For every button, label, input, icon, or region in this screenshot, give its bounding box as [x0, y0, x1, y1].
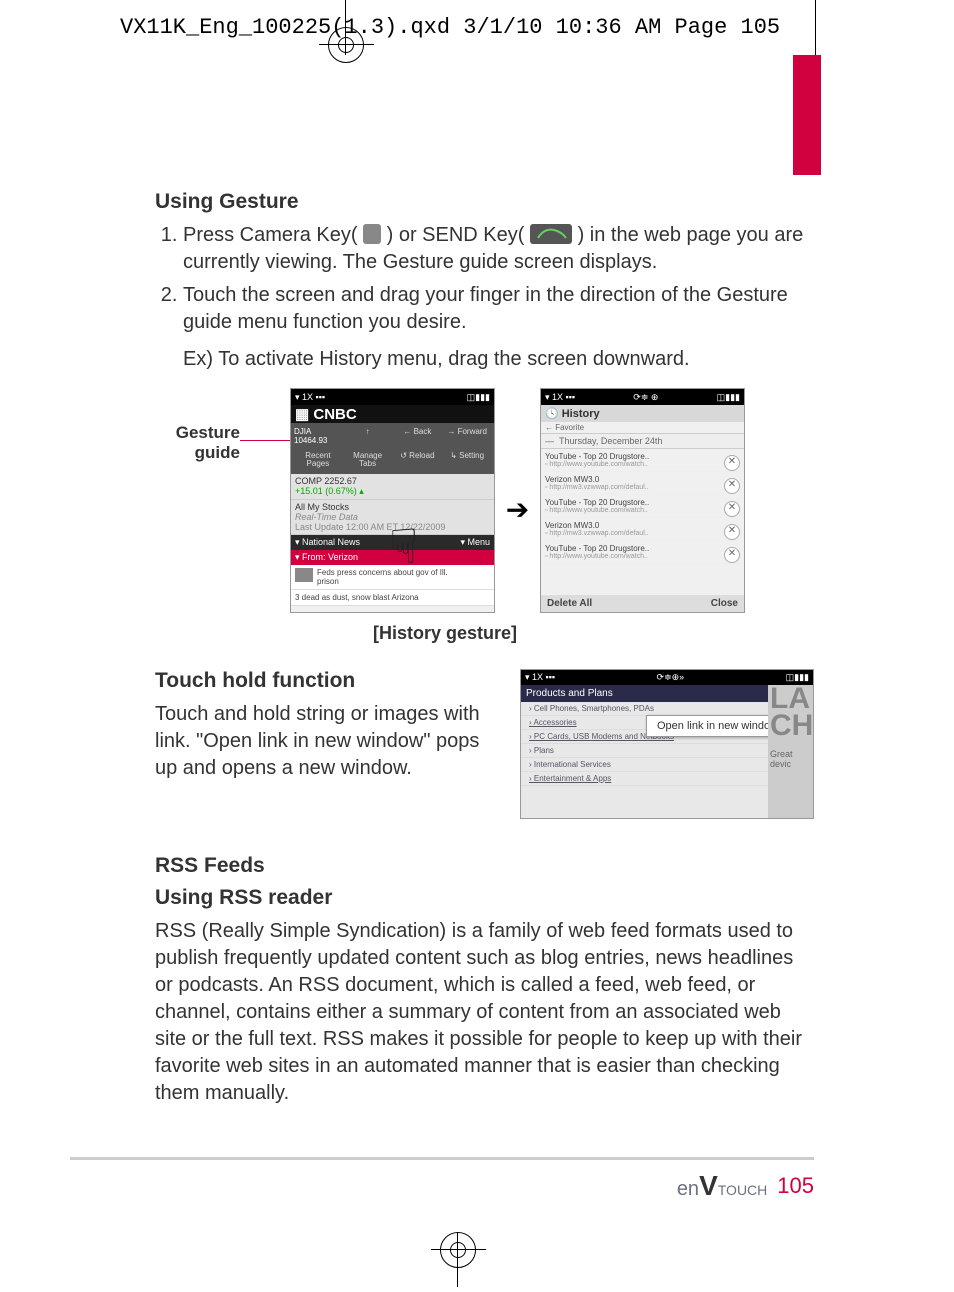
favorite-bar: ← Favorite	[541, 422, 744, 434]
verizon-bar: ▾ From: Verizon	[291, 550, 494, 565]
phone-screenshot-history: ▾ 1X ▪▪▪ ⟳≑ ⊕ ◫▮▮▮ 🕓 History ← Favorite …	[540, 388, 745, 613]
history-footer: Delete All Close	[541, 595, 744, 612]
arrow-right-icon: ➔	[495, 493, 540, 526]
close-button[interactable]: Close	[711, 598, 738, 609]
step1-text-b: ) or SEND Key(	[387, 224, 525, 246]
history-item: YouTube - Top 20 Drugstore.. ▫ http://ww…	[541, 449, 744, 472]
history-item: YouTube - Top 20 Drugstore.. ▫ http://ww…	[541, 541, 744, 564]
delete-all-button[interactable]: Delete All	[547, 598, 592, 609]
crop-marks-bottom	[0, 1232, 954, 1287]
news-item-2: 3 dead as dust, snow blast Arizona	[291, 590, 494, 606]
close-icon[interactable]: ✕	[724, 455, 740, 471]
status-bar: ▾ 1X ▪▪▪ ⟳≑ ⊕ ◫▮▮▮	[541, 389, 744, 405]
camera-key-icon	[363, 224, 381, 244]
gesture-guide-label: Gesture guide	[155, 388, 240, 462]
heading-rss: RSS Feeds	[155, 854, 814, 878]
page-footer: enVTOUCH 105	[70, 1157, 814, 1202]
gesture-overlay: DJIA 10464.93 ↑ ← Back → Forward Recent …	[291, 423, 494, 474]
step2-text: Touch the screen and drag your finger in…	[183, 284, 788, 333]
step1-text-a: Press Camera Key(	[183, 224, 358, 246]
phone-screenshot-touch-hold: ▾ 1X ▪▪▪ ⟳≑⊕» ◫▮▮▮ Products and Plans › …	[520, 669, 814, 819]
stock-comp: COMP 2252.67 +15.01 (0.67%) ▴	[291, 474, 494, 500]
news-item-1: Feds press concerns about gov of Ill. pr…	[291, 565, 494, 590]
step-2: Touch the screen and drag your finger in…	[183, 282, 814, 336]
callout-line	[240, 440, 290, 441]
figure-caption: [History gesture]	[295, 623, 595, 644]
page-content: Using Gesture Press Camera Key( ) or SEN…	[155, 190, 814, 1107]
history-icon: 🕓	[545, 407, 559, 420]
stock-all: All My Stocks Real-Time Data Last Update…	[291, 500, 494, 535]
news-bar: ▾ National News ▾ Menu	[291, 535, 494, 550]
close-icon[interactable]: ✕	[724, 524, 740, 540]
print-header: VX11K_Eng_100225(1.3).qxd 3/1/10 10:36 A…	[0, 15, 954, 40]
history-item: Verizon MW3.0 ▫ http://mw3.vzwwap.com/de…	[541, 472, 744, 495]
history-item: YouTube - Top 20 Drugstore.. ▫ http://ww…	[541, 495, 744, 518]
step2-example: Ex) To activate History menu, drag the s…	[183, 346, 814, 373]
rss-body: RSS (Really Simple Syndication) is a fam…	[155, 918, 814, 1107]
heading-touch-hold: Touch hold function	[155, 669, 505, 693]
page-number: 105	[777, 1173, 814, 1199]
status-bar: ▾ 1X ▪▪▪ ◫▮▮▮	[291, 389, 494, 405]
env-touch-logo: enVTOUCH	[677, 1170, 767, 1202]
touch-hold-section: Touch hold function Touch and hold strin…	[155, 669, 814, 819]
send-key-icon	[530, 224, 572, 244]
steps-list: Press Camera Key( ) or SEND Key( ) in th…	[155, 222, 814, 336]
history-item: Verizon MW3.0 ▫ http://mw3.vzwwap.com/de…	[541, 518, 744, 541]
step-1: Press Camera Key( ) or SEND Key( ) in th…	[183, 222, 814, 276]
phone-screenshot-gesture: ▾ 1X ▪▪▪ ◫▮▮▮ ▦ CNBC DJIA 10464.93 ↑ ← B…	[290, 388, 495, 613]
close-icon[interactable]: ✕	[724, 547, 740, 563]
close-icon[interactable]: ✕	[724, 501, 740, 517]
section-tab	[793, 55, 821, 175]
figure-gesture: Gesture guide ▾ 1X ▪▪▪ ◫▮▮▮ ▦ CNBC DJIA …	[155, 388, 814, 613]
status-bar: ▾ 1X ▪▪▪ ⟳≑⊕» ◫▮▮▮	[521, 670, 813, 685]
cnbc-logo: ▦ CNBC	[291, 405, 494, 423]
heading-using-gesture: Using Gesture	[155, 190, 814, 214]
right-preview: LA CH Great devic	[768, 685, 813, 819]
date-bar: — Thursday, December 24th	[541, 434, 744, 449]
heading-rss-reader: Using RSS reader	[155, 886, 814, 910]
close-icon[interactable]: ✕	[724, 478, 740, 494]
touch-hold-body: Touch and hold string or images with lin…	[155, 701, 505, 782]
history-header: 🕓 History	[541, 405, 744, 422]
